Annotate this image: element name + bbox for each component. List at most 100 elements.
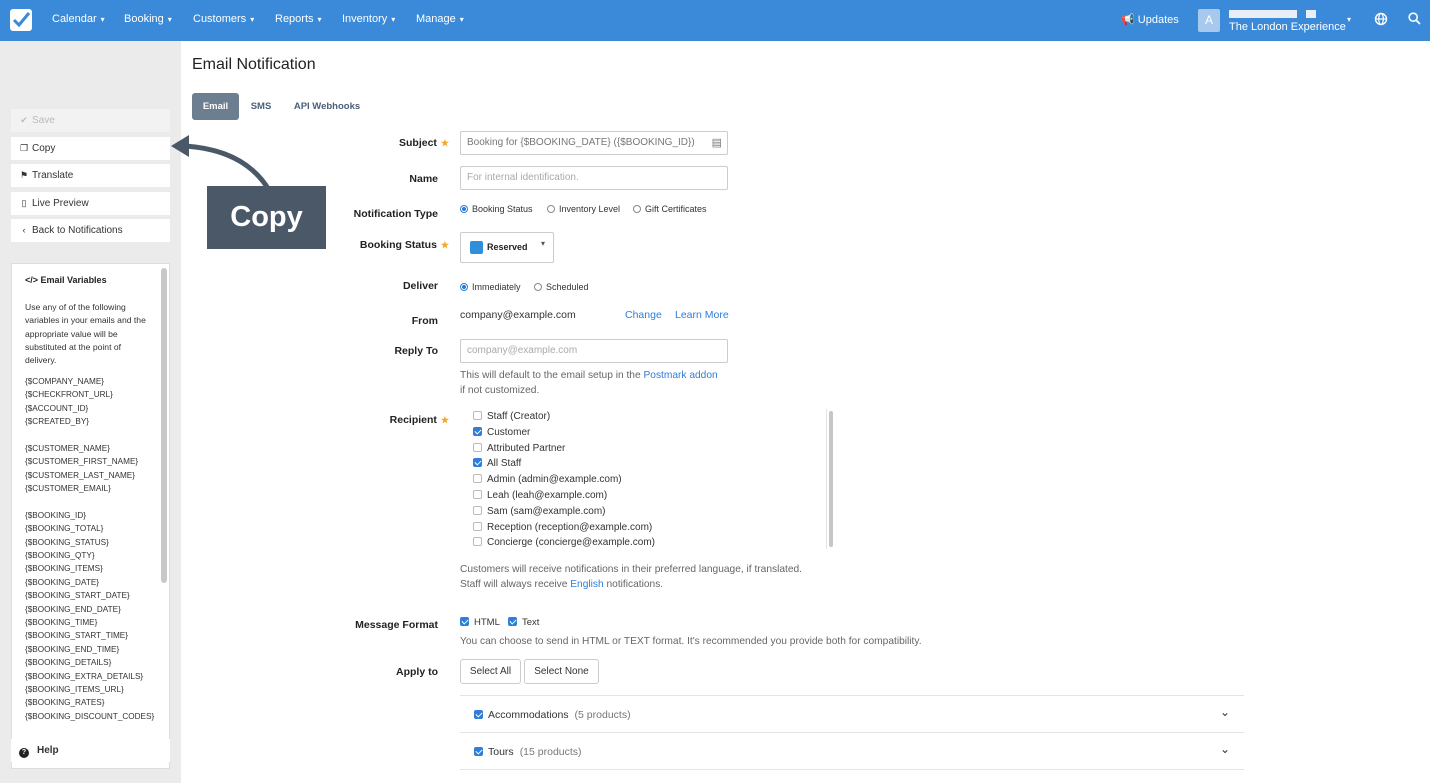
email-variable-item[interactable]: {$BOOKING_DETAILS} (25, 656, 154, 669)
email-variable-item[interactable]: {$BOOKING_DATE} (25, 576, 154, 589)
nav-manage[interactable]: Manage ▾ (416, 13, 464, 25)
email-variable-item[interactable]: {$BOOKING_EXTRA_DETAILS} (25, 670, 154, 683)
email-variable-item[interactable]: {$CHECKFRONT_URL} (25, 388, 154, 401)
email-variable-item[interactable]: {$BOOKING_START_TIME} (25, 629, 154, 642)
tab-sms[interactable]: SMS (243, 93, 279, 120)
checkfront-logo-icon[interactable] (10, 9, 32, 31)
recipient-checkbox[interactable] (473, 426, 482, 436)
recipient-checkbox[interactable] (473, 442, 482, 452)
from-change-link[interactable]: Change (625, 309, 662, 321)
reply-to-input[interactable]: company@example.com (460, 339, 728, 363)
email-variable-item[interactable]: {$ACCOUNT_ID} (25, 402, 154, 415)
english-link[interactable]: English (570, 579, 603, 590)
email-variable-item[interactable]: {$CUSTOMER_LAST_NAME} (25, 469, 154, 482)
file-icon: ▯ (21, 198, 27, 208)
recipient-item[interactable]: Attributed Partner (473, 442, 565, 454)
email-variable-item[interactable]: {$BOOKING_ID} (25, 509, 154, 522)
variables-scrollbar[interactable] (161, 268, 167, 583)
live-preview-button[interactable]: ▯ Live Preview (11, 192, 170, 215)
email-variable-item[interactable]: {$CUSTOMER_NAME} (25, 442, 154, 455)
format-text-checkbox[interactable]: Text (508, 617, 539, 628)
translate-button[interactable]: ⚑ Translate (11, 164, 170, 187)
recipient-checkbox[interactable] (473, 458, 482, 468)
email-variable-item[interactable]: {$BOOKING_TOTAL} (25, 522, 154, 535)
recipient-item[interactable]: Admin (admin@example.com) (473, 474, 622, 485)
email-variable-item[interactable]: {$BOOKING_START_DATE} (25, 589, 154, 602)
recipient-label-text: Sam (sam@example.com) (487, 505, 606, 517)
subject-label: Subject ★ (398, 137, 449, 149)
nav-customers[interactable]: Customers ▾ (193, 13, 254, 25)
recipient-checkbox[interactable] (473, 411, 482, 420)
email-variable-item[interactable]: {$BOOKING_DISCOUNT_CODES} (25, 710, 154, 723)
save-button[interactable]: ✔ Save (11, 109, 170, 132)
select-none-button[interactable]: Select None (524, 659, 599, 684)
format-html-checkbox[interactable]: HTML (460, 617, 500, 628)
globe-icon[interactable] (1374, 12, 1388, 29)
account-caret-icon[interactable]: ▾ (1347, 15, 1351, 24)
tab-api-webhooks[interactable]: API Webhooks (287, 93, 367, 120)
deliver-immediately-radio[interactable]: Immediately (460, 282, 521, 292)
copy-button[interactable]: ❐ Copy (11, 137, 170, 160)
recipient-checkbox[interactable] (473, 490, 482, 499)
email-variable-item[interactable]: {$BOOKING_ITEMS_URL} (25, 683, 154, 696)
back-to-notifications-button[interactable]: ‹ Back to Notifications (11, 219, 170, 242)
category-row-partial (460, 769, 1244, 783)
category-row-tours[interactable]: Tours (15 products) ⌄ (460, 732, 1244, 769)
account-company-name[interactable]: The London Experience (1229, 21, 1346, 33)
recipient-item[interactable]: Staff (Creator) (473, 411, 550, 422)
recipient-item[interactable]: Customer (473, 426, 530, 438)
email-variable-item[interactable]: {$COMPANY_NAME} (25, 375, 154, 388)
email-variable-item[interactable]: {$BOOKING_END_TIME} (25, 643, 154, 656)
email-variable-item[interactable]: {$CUSTOMER_EMAIL} (25, 482, 154, 495)
nav-booking[interactable]: Booking ▾ (124, 13, 172, 25)
email-variable-item[interactable]: {$CUSTOMER_FIRST_NAME} (25, 455, 154, 468)
chevron-down-icon[interactable]: ⌄ (1220, 742, 1230, 756)
email-variables-panel[interactable]: </> Email Variables Use any of of the fo… (11, 263, 170, 769)
email-variable-item[interactable]: {$BOOKING_QTY} (25, 549, 154, 562)
recipient-checkbox[interactable] (473, 521, 482, 531)
category-checkbox[interactable] (474, 710, 483, 719)
category-checkbox[interactable] (474, 747, 483, 756)
from-label: From (411, 315, 438, 327)
recipient-item[interactable]: Leah (leah@example.com) (473, 490, 607, 501)
avatar[interactable]: A (1198, 9, 1220, 32)
recipient-checkbox[interactable] (473, 537, 482, 547)
email-variable-item[interactable]: {$BOOKING_STATUS} (25, 536, 154, 549)
email-variable-item[interactable]: {$BOOKING_RATES} (25, 696, 154, 709)
status-color-swatch (470, 241, 483, 254)
recipient-label-text: Concierge (concierge@example.com) (487, 537, 655, 549)
nav-inventory[interactable]: Inventory ▾ (342, 13, 395, 25)
tab-email[interactable]: Email (192, 93, 239, 120)
type-gift-certificates-radio[interactable]: Gift Certificates (633, 204, 707, 214)
select-all-button[interactable]: Select All (460, 659, 521, 684)
recipient-checkbox[interactable] (473, 505, 482, 515)
recipient-label-text: Leah (leah@example.com) (487, 490, 608, 501)
recipient-scrollbar[interactable] (826, 409, 834, 549)
nav-calendar[interactable]: Calendar ▾ (52, 13, 105, 25)
postmark-addon-link[interactable]: Postmark addon (643, 370, 717, 381)
email-variable-item[interactable]: {$CREATED_BY} (25, 415, 154, 428)
template-icon[interactable]: ▤ (712, 132, 722, 154)
booking-status-select[interactable]: Reserved ▾ (460, 232, 554, 263)
deliver-scheduled-radio[interactable]: Scheduled (534, 282, 589, 292)
type-inventory-level-radio[interactable]: Inventory Level (547, 204, 620, 214)
email-variables-title: </> Email Variables (25, 275, 107, 285)
name-input[interactable]: For internal identification. (460, 166, 728, 190)
email-variable-item[interactable]: {$BOOKING_ITEMS} (25, 562, 154, 575)
recipient-item[interactable]: Sam (sam@example.com) (473, 505, 606, 517)
recipient-item[interactable]: All Staff (473, 458, 521, 469)
email-variable-item[interactable]: {$BOOKING_END_DATE} (25, 603, 154, 616)
from-learn-more-link[interactable]: Learn More (675, 309, 729, 321)
search-icon[interactable] (1408, 12, 1421, 28)
recipient-item[interactable]: Reception (reception@example.com) (473, 521, 652, 533)
recipient-item[interactable]: Concierge (concierge@example.com) (473, 537, 655, 548)
updates-button[interactable]: 📢 Updates (1121, 13, 1179, 26)
recipient-checkbox[interactable] (473, 474, 482, 484)
email-variable-item[interactable]: {$BOOKING_TIME} (25, 616, 154, 629)
nav-reports[interactable]: Reports ▾ (275, 13, 322, 25)
chevron-down-icon[interactable]: ⌄ (1220, 705, 1230, 719)
help-button[interactable]: ? Help (11, 739, 170, 762)
subject-input[interactable]: Booking for {$BOOKING_DATE} ({$BOOKING_I… (460, 131, 728, 155)
category-row-accommodations[interactable]: Accommodations (5 products) ⌄ (460, 695, 1244, 732)
type-booking-status-radio[interactable]: Booking Status (460, 204, 533, 214)
